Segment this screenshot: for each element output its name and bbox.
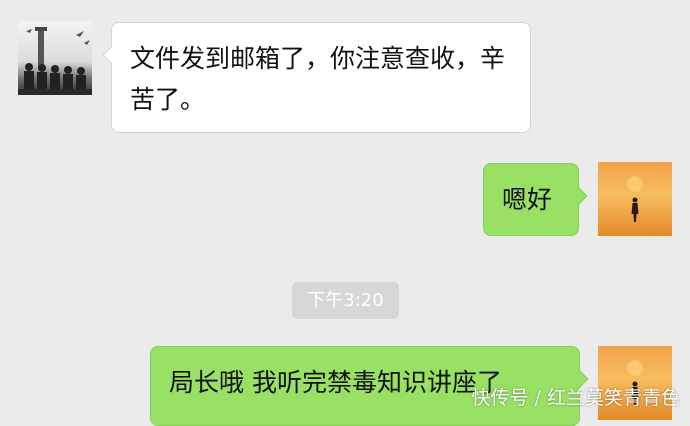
outgoing-message-bubble[interactable]: 嗯好 [483, 163, 588, 236]
contact-avatar[interactable] [18, 21, 92, 95]
bubble-tail [570, 187, 588, 205]
sunset-silhouette-avatar-icon [627, 176, 643, 222]
bubble-tail [102, 46, 120, 64]
police-avatar-icon [18, 27, 92, 95]
message-text: 嗯好 [502, 185, 553, 214]
watermark: 快传号 / 红兰莫笑青青色 [471, 387, 680, 409]
bubble-tail [571, 370, 589, 388]
message-text: 局长哦 我听完禁毒知识讲座了 [169, 368, 502, 397]
chat-timestamp: 下午3:20 [292, 282, 399, 319]
user-avatar[interactable] [598, 162, 672, 236]
incoming-message-bubble[interactable]: 文件发到邮箱了，你注意查收，辛苦了。 [102, 22, 531, 133]
message-text: 文件发到邮箱了，你注意查收，辛苦了。 [130, 44, 506, 114]
